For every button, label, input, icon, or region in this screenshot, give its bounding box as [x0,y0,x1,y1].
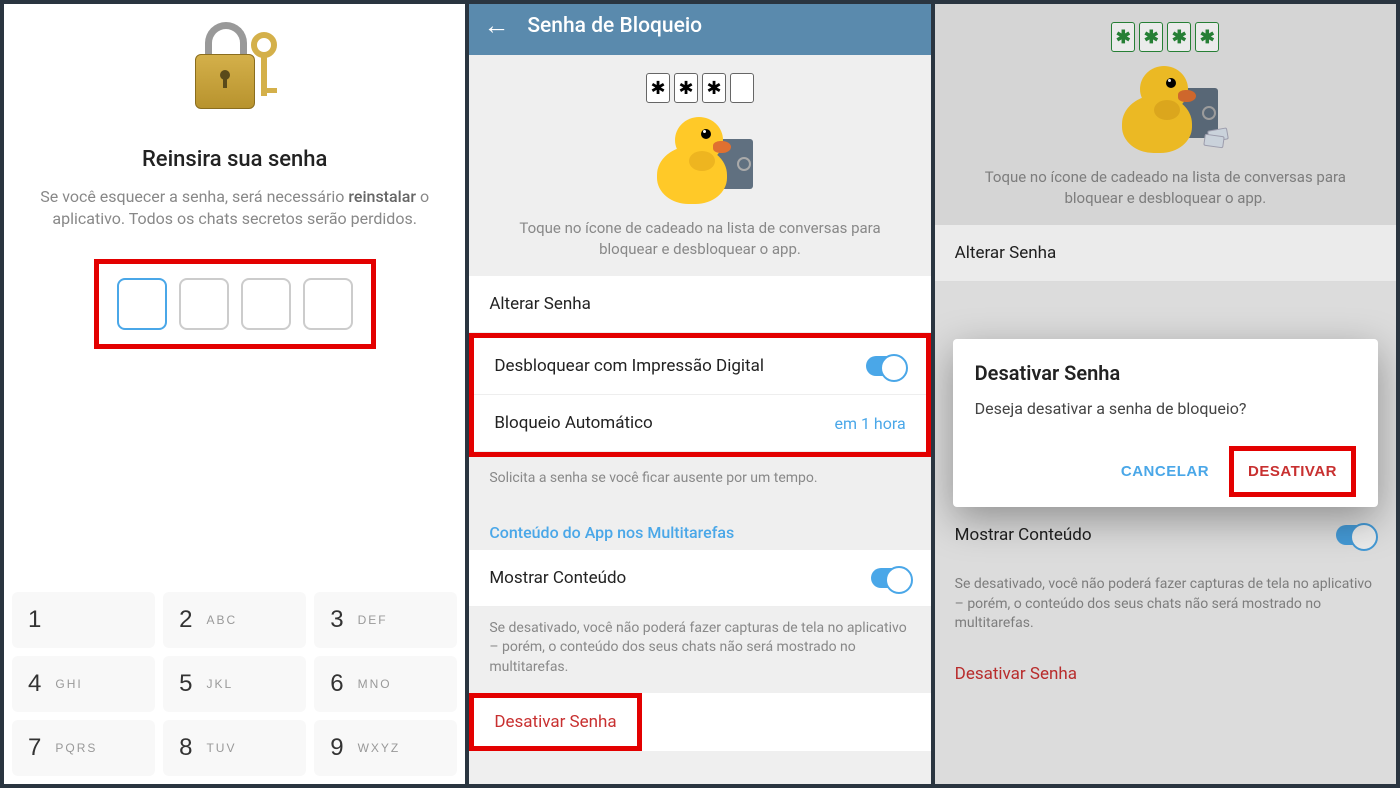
show-content-toggle[interactable] [871,568,911,588]
key-letters: ABC [206,613,237,627]
disable-passcode-link-highlighted[interactable]: Desativar Senha [469,693,641,751]
keypad-5[interactable]: 5 JKL [163,656,306,712]
three-panel-layout: Reinsira sua senha Se você esquecer a se… [0,0,1400,788]
key-letters: MNO [358,677,392,691]
key-num: 1 [28,606,41,634]
duck-safe-icon [1110,60,1220,155]
numeric-keypad: 1 2 ABC 3 DEF 4 GHI 5 JKL 6 MNO 7 PQRS 8 TUV 9 W… [4,584,465,784]
pin-digit-1: ✱ [646,73,670,103]
key-letters: DEF [358,613,388,627]
highlighted-settings-block: Desbloquear com Impressão Digital Bloque… [469,333,930,457]
change-passcode-label: Alterar Senha [955,243,1057,263]
settings-description: Toque no ícone de cadeado na lista de co… [489,218,910,260]
key-num: 4 [28,670,41,698]
back-arrow-icon[interactable]: ← [483,10,509,41]
change-passcode-row[interactable]: Alterar Senha [469,276,930,333]
dialog-button-row: CANCELAR DESATIVAR [975,446,1356,497]
fingerprint-label: Desbloquear com Impressão Digital [494,356,764,376]
passcode-title: Reinsira sua senha [142,147,327,172]
panel-3-disable-dialog: ✱ ✱ ✱ ✱ Toque no ícone de cadeado na lis… [935,4,1396,784]
panel-2-passcode-settings: ← Senha de Bloqueio ✱ ✱ ✱ Toque no ícone… [469,4,930,784]
pin-input-row-highlighted [94,259,376,349]
desc-part-a: Se você esquecer a senha, será necessári… [40,187,348,206]
key-num: 6 [330,670,343,698]
keypad-6[interactable]: 6 MNO [314,656,457,712]
disable-passcode-link[interactable]: Desativar Senha [935,650,1396,698]
pin-digit-4 [730,73,754,103]
key-letters: JKL [206,677,233,691]
dialog-title: Desativar Senha [975,361,1356,385]
autolock-caption: Solicita a senha se você ficar ausente p… [469,457,930,505]
key-letters: GHI [55,677,82,691]
change-passcode-row[interactable]: Alterar Senha [935,225,1396,282]
pin-box-1[interactable] [117,278,167,330]
panel-1-passcode-entry: Reinsira sua senha Se você esquecer a se… [4,4,465,784]
multitask-section-title: Conteúdo do App nos Multitarefas [469,505,930,550]
show-content-label: Mostrar Conteúdo [489,568,626,588]
pin-digit-1: ✱ [1111,22,1135,52]
passcode-description: Se você esquecer a senha, será necessári… [24,186,445,231]
autolock-row[interactable]: Bloqueio Automático em 1 hora [474,395,925,452]
pin-preview: ✱ ✱ ✱ [489,73,910,103]
fingerprint-row[interactable]: Desbloquear com Impressão Digital [474,338,925,395]
key-letters: TUV [206,741,236,755]
dialog-confirm-button[interactable]: DESATIVAR [1236,453,1349,490]
key-num: 8 [179,734,192,762]
dialog-cancel-button[interactable]: CANCELAR [1109,453,1221,490]
key-num: 3 [330,606,343,634]
show-content-toggle[interactable] [1336,525,1376,545]
duck-safe-icon [645,111,755,206]
key-letters: PQRS [55,741,97,755]
key-num: 5 [179,670,192,698]
pin-box-2[interactable] [179,278,229,330]
fingerprint-toggle[interactable] [866,356,906,376]
pin-digit-3: ✱ [1167,22,1191,52]
show-content-row[interactable]: Mostrar Conteúdo [469,550,930,607]
pin-digit-4: ✱ [1195,22,1219,52]
keypad-9[interactable]: 9 WXYZ [314,720,457,776]
pin-preview: ✱ ✱ ✱ ✱ [955,22,1376,52]
key-num: 7 [28,734,41,762]
show-content-row[interactable]: Mostrar Conteúdo [935,507,1396,563]
key-num: 9 [330,734,343,762]
disable-passcode-link-wrapper: Desativar Senha [469,693,930,751]
keypad-7[interactable]: 7 PQRS [12,720,155,776]
autolock-value: em 1 hora [834,414,905,433]
lock-and-key-icon [190,22,280,117]
keypad-3[interactable]: 3 DEF [314,592,457,648]
settings-illustration-area: ✱ ✱ ✱ ✱ Toque no ícone de cadeado na lis… [935,4,1396,225]
key-num: 2 [179,606,192,634]
settings-title: Senha de Bloqueio [527,14,702,38]
pin-digit-2: ✱ [1139,22,1163,52]
settings-illustration-area: ✱ ✱ ✱ Toque no ícone de cadeado na lista… [469,55,930,276]
settings-description: Toque no ícone de cadeado na lista de co… [955,167,1376,209]
keypad-2[interactable]: 2 ABC [163,592,306,648]
passcode-header: Reinsira sua senha Se você esquecer a se… [4,4,465,359]
keypad-4[interactable]: 4 GHI [12,656,155,712]
autolock-label: Bloqueio Automático [494,413,652,433]
disable-passcode-dialog: Desativar Senha Deseja desativar a senha… [953,339,1378,507]
key-letters: WXYZ [358,741,401,755]
pin-digit-2: ✱ [674,73,698,103]
dialog-text: Deseja desativar a senha de bloqueio? [975,399,1356,418]
show-content-label: Mostrar Conteúdo [955,525,1092,545]
show-content-caption: Se desativado, você não poderá fazer cap… [469,607,930,694]
keypad-8[interactable]: 8 TUV [163,720,306,776]
pin-box-4[interactable] [303,278,353,330]
settings-header: ← Senha de Bloqueio [469,4,930,55]
change-passcode-label: Alterar Senha [489,294,591,314]
show-content-caption: Se desativado, você não poderá fazer cap… [935,563,1396,650]
desc-bold: reinstalar [348,187,416,206]
pin-digit-3: ✱ [702,73,726,103]
dialog-confirm-highlight: DESATIVAR [1229,446,1356,497]
pin-box-3[interactable] [241,278,291,330]
keypad-1[interactable]: 1 [12,592,155,648]
